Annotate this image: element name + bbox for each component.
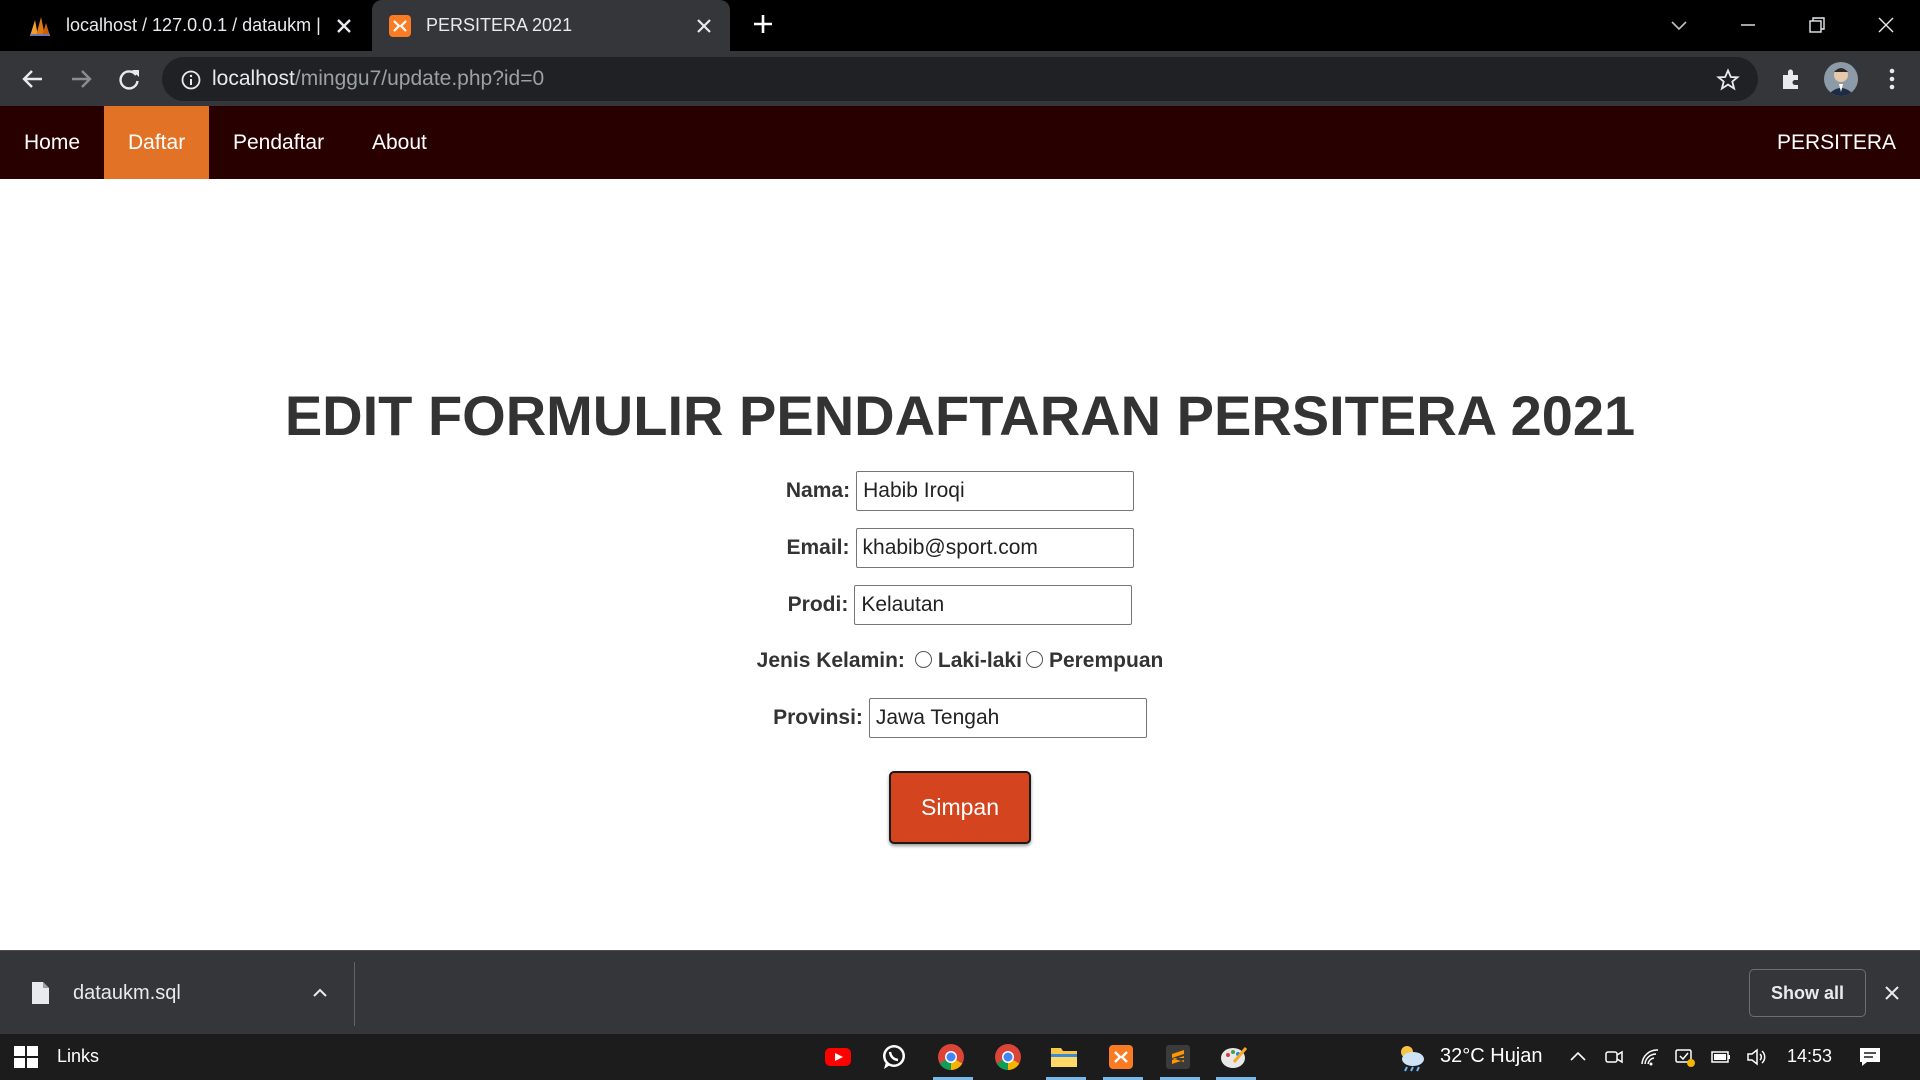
battery-icon[interactable]	[1710, 1046, 1732, 1068]
sublime-text-app[interactable]	[1160, 1039, 1200, 1080]
youtube-app[interactable]	[820, 1039, 856, 1075]
gender-label: Jenis Kelamin:	[756, 649, 905, 672]
downloads-bar: dataukm.sql Show all	[0, 950, 1920, 1034]
nav-about[interactable]: About	[348, 106, 451, 179]
url-host: localhost	[212, 67, 295, 90]
nav-home[interactable]: Home	[0, 106, 104, 179]
file-explorer-app[interactable]	[1046, 1039, 1086, 1080]
security-alert-icon[interactable]	[1674, 1046, 1696, 1068]
close-icon[interactable]	[694, 16, 714, 36]
radio-label-perempuan: Perempuan	[1048, 649, 1164, 672]
chrome-app-active[interactable]	[933, 1039, 973, 1080]
tab-persitera[interactable]: PERSITERA 2021	[372, 0, 730, 51]
prodi-row: Prodi:	[0, 585, 1920, 625]
paint-app[interactable]	[1216, 1039, 1256, 1080]
provinsi-row: Provinsi:	[0, 698, 1920, 738]
url-path: /minggu7/update.php?id=0	[294, 67, 545, 90]
provinsi-label: Provinsi:	[773, 706, 863, 729]
email-row: Email:	[0, 528, 1920, 568]
info-icon[interactable]	[180, 69, 202, 91]
notification-icon[interactable]	[1858, 1045, 1882, 1069]
minimize-icon[interactable]	[1735, 12, 1761, 38]
chrome-icon	[938, 1044, 964, 1071]
paint-palette-icon	[1221, 1047, 1248, 1068]
taskbar-links[interactable]: Links	[57, 1046, 99, 1067]
site-navbar: Home Daftar Pendaftar About PERSITERA	[0, 106, 1920, 179]
nama-input[interactable]	[856, 471, 1135, 511]
tab-search-icon[interactable]	[1666, 12, 1692, 38]
email-label: Email:	[786, 536, 850, 559]
nav-daftar[interactable]: Daftar	[104, 106, 210, 179]
folder-icon	[1051, 1048, 1077, 1067]
windows-taskbar: Links 32°C Hujan 14:53	[0, 1034, 1920, 1080]
volume-icon[interactable]	[1745, 1046, 1767, 1068]
restore-icon[interactable]	[1804, 12, 1830, 38]
email-input[interactable]	[855, 528, 1134, 568]
browser-tab-strip: localhost / 127.0.0.1 / dataukm | PERSIT…	[0, 0, 1920, 51]
sublime-icon	[1166, 1045, 1190, 1069]
chrome-app[interactable]	[990, 1039, 1026, 1075]
nav-pendaftar[interactable]: Pendaftar	[209, 106, 348, 179]
xampp-icon	[1109, 1045, 1133, 1069]
radio-perempuan[interactable]	[1025, 650, 1043, 668]
xampp-app[interactable]	[1103, 1039, 1143, 1080]
site-brand[interactable]: PERSITERA	[1777, 106, 1896, 179]
chrome-icon	[995, 1044, 1021, 1071]
whatsapp-app[interactable]	[876, 1039, 912, 1075]
tab-title: localhost / 127.0.0.1 / dataukm |	[66, 15, 321, 35]
close-icon[interactable]	[334, 16, 354, 36]
provinsi-input[interactable]	[868, 698, 1147, 738]
close-icon[interactable]	[1882, 983, 1902, 1003]
screen: localhost / 127.0.0.1 / dataukm | PERSIT…	[0, 0, 1920, 1080]
page-title: EDIT FORMULIR PENDAFTARAN PERSITERA 2021	[284, 384, 1636, 447]
nama-row: Nama:	[0, 471, 1920, 511]
prodi-label: Prodi:	[787, 593, 849, 616]
prodi-input[interactable]	[854, 585, 1133, 625]
show-all-button[interactable]: Show all	[1749, 969, 1866, 1017]
avatar-icon	[1827, 68, 1855, 96]
weather-text[interactable]: 32°C Hujan	[1440, 1045, 1543, 1068]
browser-toolbar: localhost/minggu7/update.php?id=0	[0, 51, 1920, 106]
close-window-icon[interactable]	[1873, 12, 1899, 38]
youtube-icon	[825, 1048, 851, 1066]
back-icon[interactable]	[18, 64, 48, 94]
file-icon	[32, 982, 49, 1004]
chevron-up-icon[interactable]	[1567, 1046, 1589, 1068]
clock-time[interactable]: 14:53	[1787, 1046, 1832, 1067]
nama-label: Nama:	[785, 479, 851, 502]
profile-avatar[interactable]	[1824, 62, 1858, 96]
phpmyadmin-icon	[30, 16, 50, 36]
reload-icon[interactable]	[114, 64, 144, 94]
weather-rain-icon[interactable]	[1395, 1042, 1427, 1072]
xampp-icon	[389, 14, 411, 37]
extensions-icon[interactable]	[1778, 66, 1804, 92]
wifi-icon[interactable]	[1639, 1046, 1661, 1068]
meet-now-icon[interactable]	[1603, 1046, 1625, 1068]
radio-laki-laki[interactable]	[914, 650, 932, 668]
gender-row: Jenis Kelamin: Laki-laki Perempuan	[0, 648, 1920, 674]
tab-phpmyadmin[interactable]: localhost / 127.0.0.1 / dataukm |	[0, 0, 370, 51]
address-bar[interactable]: localhost/minggu7/update.php?id=0	[162, 57, 1758, 101]
simpan-button[interactable]: Simpan	[889, 771, 1031, 844]
menu-icon[interactable]	[1880, 65, 1904, 93]
windows-start-icon[interactable]	[14, 1046, 38, 1068]
bookmark-star-icon[interactable]	[1716, 68, 1740, 92]
forward-icon[interactable]	[66, 64, 96, 94]
download-filename[interactable]: dataukm.sql	[73, 982, 181, 1005]
new-tab-icon[interactable]	[752, 13, 774, 35]
chevron-up-icon[interactable]	[310, 983, 330, 1003]
tab-title: PERSITERA 2021	[426, 15, 573, 35]
url-text: localhost/minggu7/update.php?id=0	[212, 67, 544, 91]
radio-label-laki-laki: Laki-laki	[937, 649, 1022, 672]
divider	[354, 962, 355, 1026]
whatsapp-icon	[883, 1045, 905, 1069]
